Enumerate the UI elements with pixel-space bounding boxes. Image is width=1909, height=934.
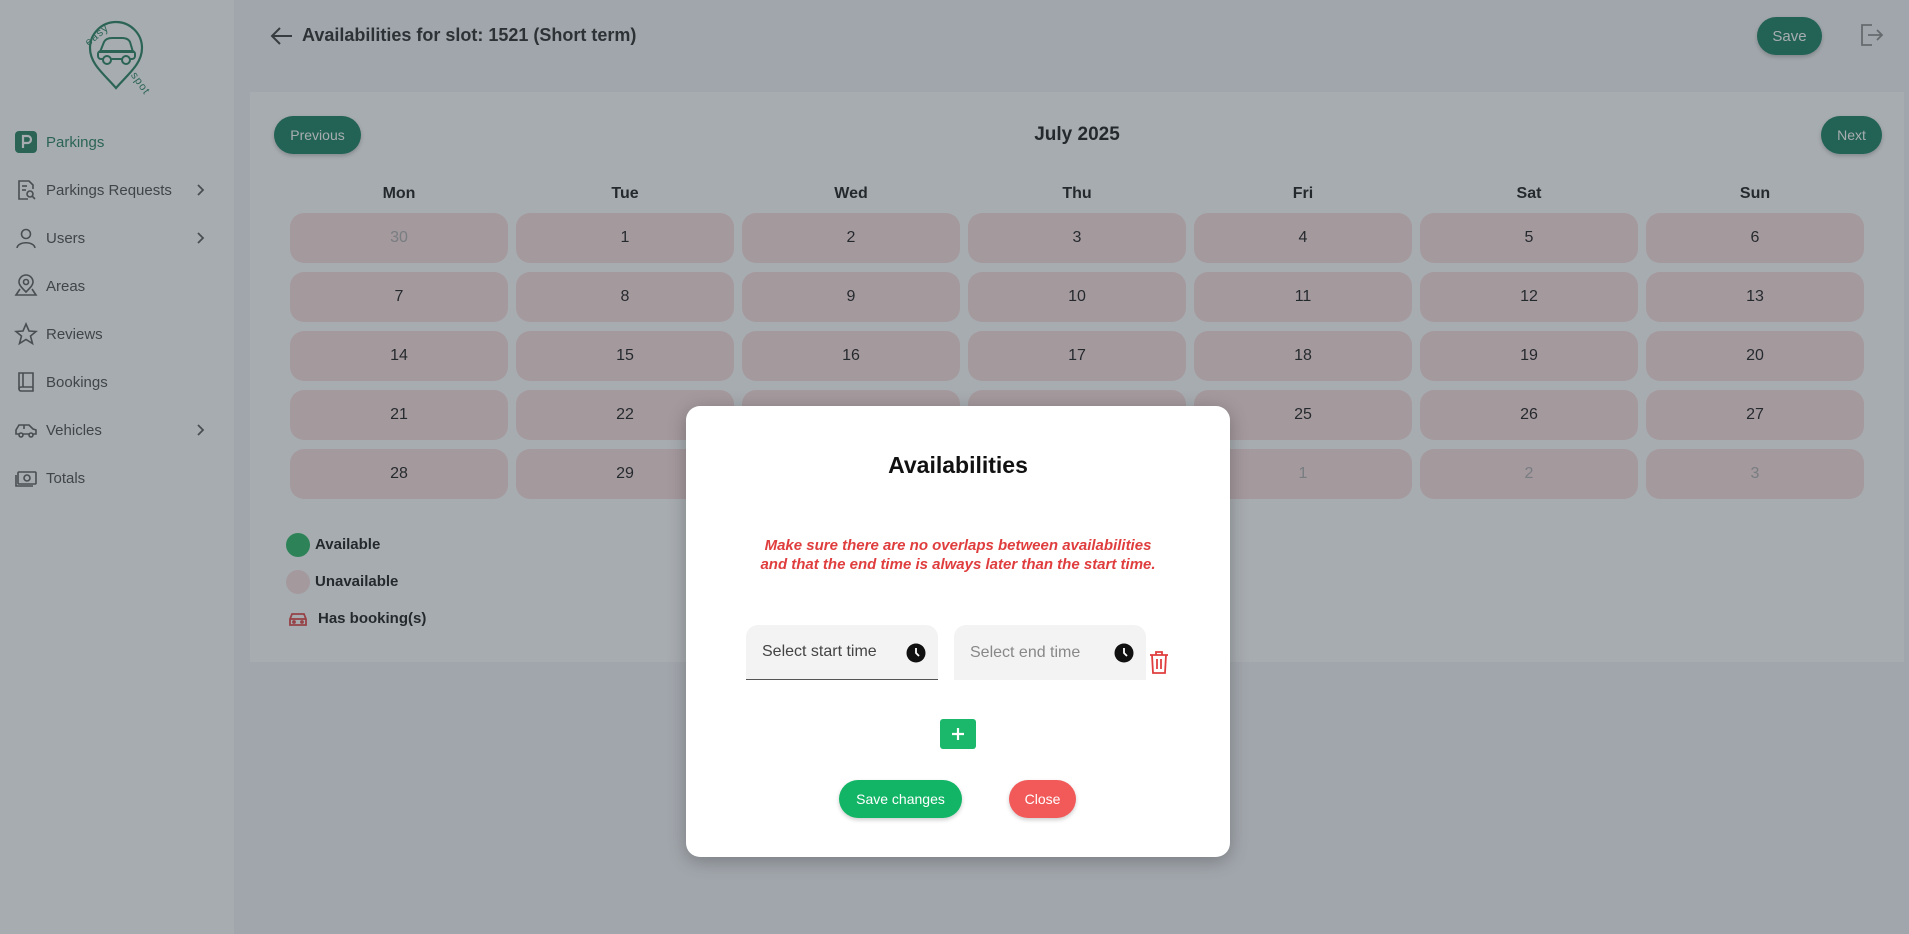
end-time-field[interactable]: Select end time [954, 625, 1146, 680]
warning-line: Make sure there are no overlaps between … [764, 537, 1152, 554]
modal-title: Availabilities [888, 452, 1028, 478]
plus-icon [952, 728, 964, 740]
add-availability-button[interactable] [940, 719, 976, 749]
trash-icon[interactable] [1148, 649, 1170, 675]
start-time-field[interactable]: Select start time [746, 625, 938, 680]
close-button[interactable]: Close [1009, 780, 1076, 818]
clock-icon[interactable] [906, 643, 926, 663]
warning-message: Make sure there are no overlaps between … [686, 536, 1230, 574]
availabilities-modal: Availabilities Make sure there are no ov… [686, 406, 1230, 857]
clock-icon[interactable] [1114, 643, 1134, 663]
warning-line: and that the end time is always later th… [760, 556, 1156, 573]
start-time-placeholder: Select start time [762, 643, 877, 660]
save-changes-button[interactable]: Save changes [839, 780, 962, 818]
end-time-placeholder: Select end time [970, 643, 1081, 661]
